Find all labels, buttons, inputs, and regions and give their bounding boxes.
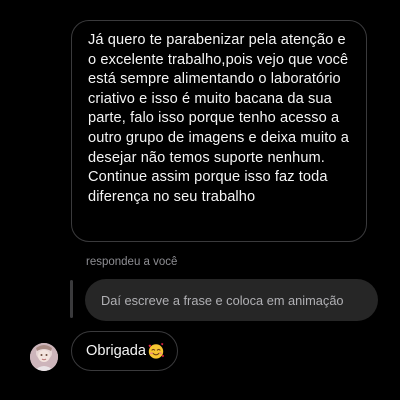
sent-message-text: Obrigada xyxy=(86,343,147,359)
reply-indicator-label: respondeu a você xyxy=(86,256,178,268)
received-message-text: Já quero te parabenizar pela atenção e o… xyxy=(88,32,349,205)
quoted-reply-bar xyxy=(70,280,73,318)
quoted-message-bubble[interactable]: Daí escreve a frase e coloca em animação xyxy=(85,279,378,321)
avatar[interactable] xyxy=(30,343,58,371)
sent-message-bubble[interactable]: Obrigada xyxy=(71,331,179,371)
avatar-image xyxy=(30,343,58,371)
smiling-face-with-hearts-icon xyxy=(148,343,165,359)
quoted-message-text: Daí escreve a frase e coloca em animação xyxy=(101,292,344,308)
received-message-bubble[interactable]: Já quero te parabenizar pela atenção e o… xyxy=(71,20,367,242)
